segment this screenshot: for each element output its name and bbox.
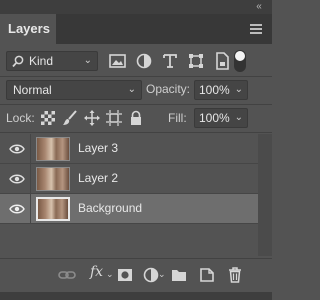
panel-tab-bar: Layers — [0, 14, 272, 44]
link-layers-icon[interactable] — [58, 266, 76, 284]
image-filter-icon[interactable] — [108, 51, 128, 71]
divider — [0, 104, 272, 105]
fill-label: Fill: — [168, 111, 187, 125]
lock-transparent-pixels-icon[interactable] — [40, 110, 56, 126]
divider — [0, 258, 272, 259]
trash-icon[interactable] — [226, 266, 244, 284]
layers-list: Layer 3 Layer 2 Background — [0, 134, 258, 256]
layer-row[interactable]: Layer 2 — [0, 164, 258, 194]
blend-row: Normal ⌄ Opacity: 100% ⌄ — [0, 80, 272, 102]
collapse-panel-button[interactable]: « — [252, 1, 266, 13]
layer-thumbnail — [36, 197, 70, 221]
filter-kind-select[interactable]: Kind ⌄ — [6, 51, 98, 71]
chevron-down-icon: ⌄ — [127, 84, 136, 95]
panel-menu-icon[interactable] — [246, 20, 266, 38]
lock-label: Lock: — [6, 111, 35, 125]
divider — [0, 132, 272, 133]
artboard-icon[interactable] — [106, 110, 122, 126]
new-layer-icon[interactable] — [198, 266, 216, 284]
type-filter-icon[interactable] — [160, 51, 180, 71]
layer-name[interactable]: Layer 3 — [78, 141, 118, 155]
filter-kind-label: Kind — [29, 54, 54, 68]
layer-thumbnail — [36, 167, 70, 191]
chevron-down-icon: ⌄ — [234, 84, 243, 95]
smart-object-filter-icon[interactable] — [212, 51, 232, 71]
layer-style-button[interactable]: fx — [90, 264, 103, 280]
adjustment-filter-icon[interactable] — [134, 51, 154, 71]
filter-row: Kind ⌄ — [0, 48, 272, 74]
filter-toggle[interactable] — [234, 50, 246, 72]
panel-bottom-strip — [0, 292, 272, 300]
add-mask-icon[interactable] — [116, 266, 134, 284]
chevron-down-icon: ⌄ — [106, 269, 114, 279]
scrollbar[interactable] — [258, 134, 272, 256]
fill-value: 100% — [199, 111, 230, 125]
layer-row-selected[interactable]: Background — [0, 194, 258, 224]
divider — [0, 76, 272, 77]
chevron-down-icon: ⌄ — [83, 55, 92, 66]
shape-filter-icon[interactable] — [186, 51, 206, 71]
opacity-value: 100% — [199, 83, 230, 97]
layer-name[interactable]: Layer 2 — [78, 171, 118, 185]
search-icon — [12, 55, 24, 68]
blend-mode-value: Normal — [13, 83, 52, 97]
layer-name[interactable]: Background — [78, 201, 142, 215]
layers-panel: « Layers Kind ⌄ Normal ⌄ Opacity: 100% ⌄… — [0, 0, 272, 300]
opacity-field[interactable]: 100% ⌄ — [194, 80, 248, 100]
eye-icon[interactable] — [9, 172, 25, 186]
tab-layers[interactable]: Layers — [0, 14, 56, 44]
fill-field[interactable]: 100% ⌄ — [194, 108, 248, 128]
layer-thumbnail — [36, 137, 70, 161]
bottom-toolbar: fx ⌄ ⌄ — [0, 260, 272, 290]
lock-icon[interactable] — [128, 110, 144, 126]
opacity-label: Opacity: — [146, 82, 191, 96]
panel-top-strip: « — [0, 0, 272, 14]
lock-row: Lock: Fill: 100% ⌄ — [0, 108, 272, 130]
brush-icon[interactable] — [62, 110, 78, 126]
folder-icon[interactable] — [170, 266, 188, 284]
eye-icon[interactable] — [9, 202, 25, 216]
move-icon[interactable] — [84, 110, 100, 126]
eye-icon[interactable] — [9, 142, 25, 156]
chevron-down-icon: ⌄ — [158, 269, 166, 279]
blend-mode-select[interactable]: Normal ⌄ — [6, 80, 142, 100]
layer-row[interactable]: Layer 3 — [0, 134, 258, 164]
chevron-down-icon: ⌄ — [234, 112, 243, 123]
